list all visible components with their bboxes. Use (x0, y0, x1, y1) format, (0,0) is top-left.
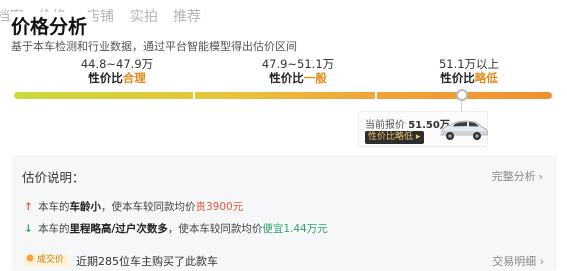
reason-effect: 贵3900元 (195, 201, 244, 213)
range-level-prefix: 性价比 (269, 71, 304, 85)
current-price-label: 当前报价 (365, 120, 405, 131)
badge-arrow-icon: ▸ (415, 132, 421, 142)
current-price-marker (456, 89, 468, 101)
reason-prefix: 本车的 (38, 223, 70, 235)
arrow-down-icon: ↓ (24, 223, 33, 235)
coin-icon (26, 254, 34, 262)
range-price: 51.1万以上 (438, 57, 500, 71)
chevron-right-icon: › (538, 170, 543, 183)
range-price: 47.9~51.1万 (261, 57, 335, 71)
reason-key: 里程略高/过户次数多 (69, 223, 168, 235)
valuation-panel: 估价说明： 完整分析 › ↑ 本车的车龄小，使本车较同款均价贵3900元 ↓ 本车的里… (12, 155, 557, 271)
price-range-low: 51.1万以上 性价比略低 (409, 57, 529, 86)
deal-text: 近期285位车主购买了此款车 (76, 255, 218, 268)
arrow-up-icon: ↑ (24, 201, 33, 213)
range-level: 性价比合理 (57, 71, 177, 86)
price-gradient-bar (14, 92, 552, 99)
range-level: 性价比略低 (409, 71, 529, 86)
current-price-callout: 当前报价 51.50万 性价比略低 ▸ (358, 111, 488, 147)
range-price: 44.8~47.9万 (80, 57, 154, 71)
range-level-prefix: 性价比 (440, 71, 475, 85)
deal-details-label: 交易明细 (492, 255, 537, 268)
range-divider (375, 92, 377, 99)
reason-key: 车龄小 (69, 201, 102, 213)
reason-prefix: 本车的 (38, 201, 70, 213)
marker-pin (461, 101, 462, 111)
deal-badge-label: 成交价 (36, 255, 64, 265)
price-range-average: 47.9~51.1万 性价比一般 (238, 57, 358, 86)
chevron-right-icon: › (539, 255, 544, 268)
range-level-tag: 一般 (303, 71, 327, 85)
range-level-tag: 略低 (474, 71, 498, 85)
range-level-prefix: 性价比 (88, 71, 123, 85)
reason-effect: 便宜1.44万元 (262, 223, 328, 235)
price-range-reasonable: 44.8~47.9万 性价比合理 (57, 57, 177, 86)
full-analysis-link[interactable]: 完整分析 › (492, 168, 543, 184)
deal-price-badge: 成交价 (24, 254, 68, 267)
valuation-title: 估价说明： (22, 170, 85, 185)
range-divider (193, 92, 195, 99)
tab-recommend[interactable]: 推荐 (173, 6, 201, 26)
badge-label: 性价比略低 (368, 132, 414, 142)
page-title: 价格分析 (11, 12, 94, 39)
deal-row: 成交价 近期285位车主购买了此款车 交易明细 › (24, 253, 544, 269)
page-subtitle: 基于本车检测和行业数据，通过平台智能模型得出估价区间 (11, 40, 297, 53)
range-level: 性价比一般 (238, 71, 358, 86)
reason-middle: ，使本车较同款均价 (167, 223, 263, 235)
tab-photos[interactable]: 实拍 (130, 6, 158, 26)
reason-item: ↓ 本车的里程略高/过户次数多，使本车较同款均价便宜1.44万元 (24, 221, 544, 241)
full-analysis-label: 完整分析 (491, 170, 536, 183)
car-icon (440, 120, 488, 140)
reason-middle: ，使本车较同款均价 (101, 201, 196, 213)
deal-details-link[interactable]: 交易明细 › (492, 253, 544, 269)
reason-item: ↑ 本车的车龄小，使本车较同款均价贵3900元 (24, 199, 544, 219)
range-level-tag: 合理 (122, 71, 146, 85)
value-badge: 性价比略低 ▸ (365, 131, 425, 144)
